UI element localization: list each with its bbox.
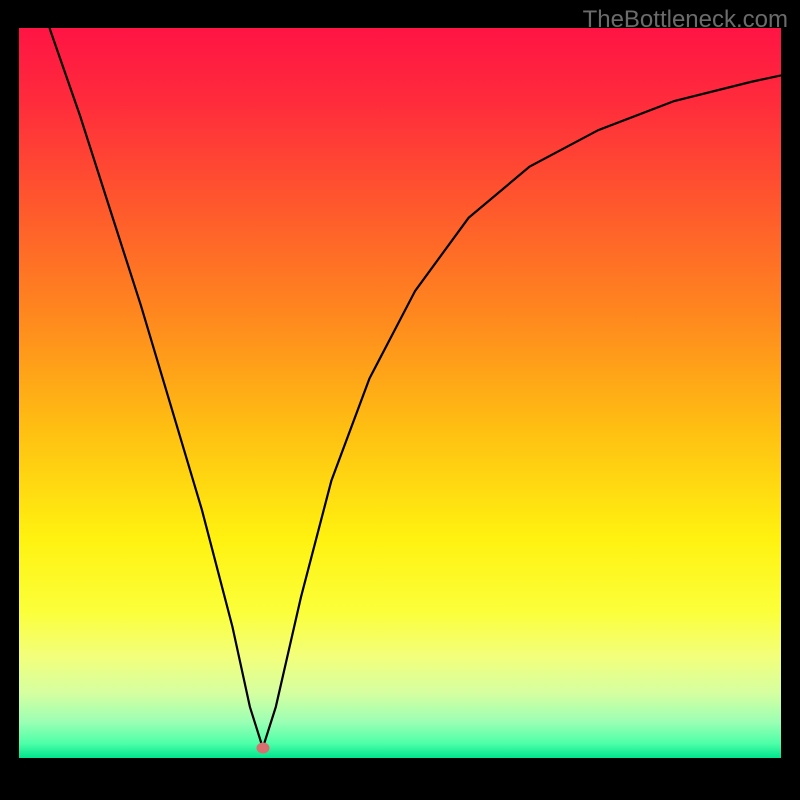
bottleneck-curve [50, 28, 782, 748]
watermark-text: TheBottleneck.com [583, 6, 788, 34]
optimal-point-marker [256, 742, 269, 753]
curve-layer [19, 28, 781, 758]
chart-frame [19, 28, 781, 758]
